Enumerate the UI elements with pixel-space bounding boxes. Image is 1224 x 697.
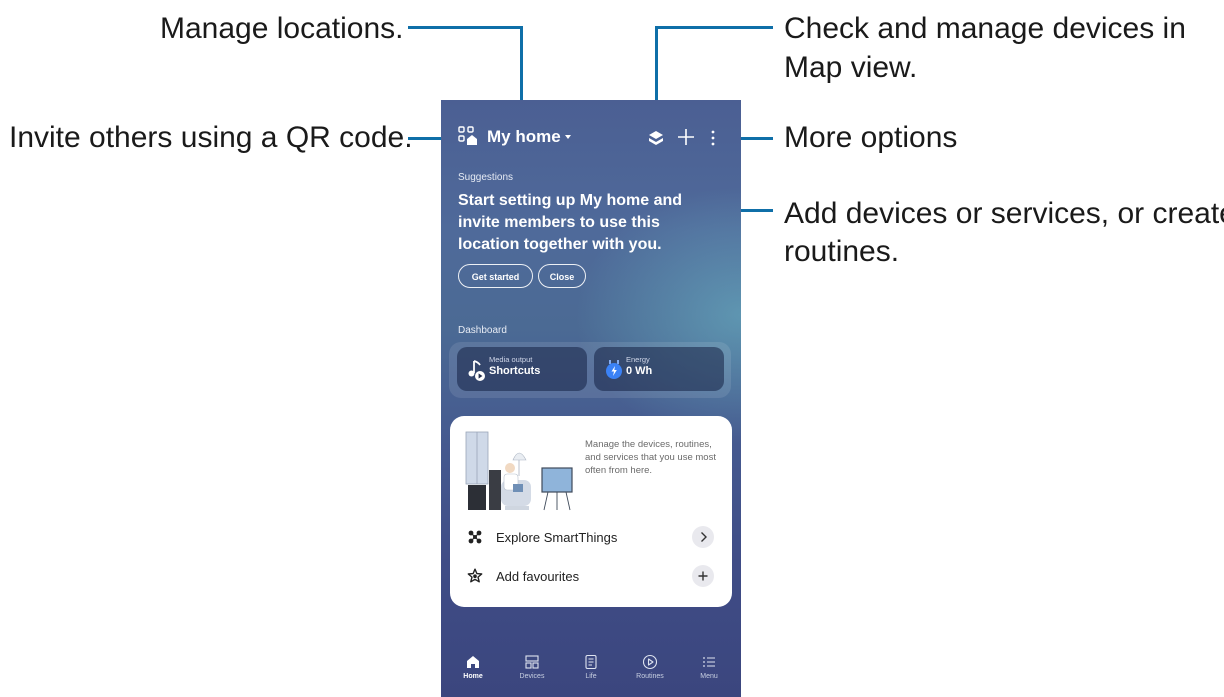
energy-tile[interactable]: Energy 0 Wh xyxy=(594,347,724,391)
chevron-right-icon xyxy=(701,532,707,542)
nav-life[interactable]: Life xyxy=(564,649,618,697)
media-output-main: Shortcuts xyxy=(489,365,541,377)
nav-routines[interactable]: Routines xyxy=(623,649,677,697)
annotation-add-devices-line2: routines. xyxy=(784,235,900,268)
map-view-icon[interactable] xyxy=(648,130,664,146)
add-icon[interactable] xyxy=(676,127,696,147)
devices-icon xyxy=(525,655,539,669)
suggestions-label: Suggestions xyxy=(458,172,514,183)
add-favourites-label: Add favourites xyxy=(496,569,580,584)
energy-main: 0 Wh xyxy=(626,365,653,377)
leader-line xyxy=(655,26,773,29)
nav-menu-label: Menu xyxy=(700,673,718,680)
nav-home-label: Home xyxy=(463,673,483,680)
plus-icon xyxy=(698,571,708,581)
smart-home-illustration xyxy=(465,431,573,511)
home-icon xyxy=(467,656,479,668)
favourites-card: Manage the devices, routines, and servic… xyxy=(450,416,732,607)
annotation-map-view-line2: Map view. xyxy=(784,51,918,84)
dashboard: Media output Shortcuts Energy 0 Wh xyxy=(449,342,731,398)
annotation-add-devices-line1: Add devices or services, or create xyxy=(784,197,1224,230)
nav-devices-label: Devices xyxy=(519,673,545,680)
explore-arrow-button[interactable] xyxy=(692,526,714,548)
energy-icon xyxy=(606,360,622,379)
annotation-map-view-line1: Check and manage devices in xyxy=(784,12,1186,45)
star-icon xyxy=(467,568,483,583)
phone-screen: My home Suggestions Start setting up My … xyxy=(441,100,741,697)
nav-home[interactable]: Home xyxy=(446,649,500,697)
smartthings-icon xyxy=(468,530,482,544)
media-output-sub: Media output xyxy=(489,355,533,364)
bottom-navigation: Home Devices Life Routines Menu xyxy=(441,649,741,697)
more-options-icon[interactable] xyxy=(709,129,717,147)
annotation-invite-qr: Invite others using a QR code. xyxy=(9,121,413,154)
get-started-button[interactable]: Get started xyxy=(458,264,533,288)
card-description: Manage the devices, routines, and servic… xyxy=(585,439,716,476)
annotation-manage-locations: Manage locations. xyxy=(160,12,404,45)
location-title[interactable]: My home xyxy=(487,127,561,147)
annotation-more-options: More options xyxy=(784,121,958,154)
life-icon xyxy=(585,654,597,670)
dashboard-label: Dashboard xyxy=(458,325,507,336)
nav-routines-label: Routines xyxy=(636,673,664,680)
media-output-tile[interactable]: Media output Shortcuts xyxy=(457,347,587,391)
qr-code-home-icon[interactable] xyxy=(458,126,478,146)
explore-smartthings-row[interactable]: Explore SmartThings xyxy=(450,523,732,553)
leader-line xyxy=(408,26,522,29)
suggestion-text: Start setting up My home and invite memb… xyxy=(458,192,683,253)
explore-smartthings-label: Explore SmartThings xyxy=(496,530,618,545)
add-favourites-button[interactable] xyxy=(692,565,714,587)
close-button[interactable]: Close xyxy=(538,264,586,288)
top-bar: My home xyxy=(441,100,741,174)
media-output-icon xyxy=(468,360,485,381)
nav-life-label: Life xyxy=(585,673,597,680)
nav-menu[interactable]: Menu xyxy=(682,649,736,697)
menu-icon xyxy=(703,657,715,667)
energy-sub: Energy xyxy=(626,355,650,364)
nav-devices[interactable]: Devices xyxy=(505,649,559,697)
routines-icon xyxy=(642,654,658,670)
add-favourites-row[interactable]: Add favourites xyxy=(450,562,732,592)
chevron-down-icon[interactable] xyxy=(565,135,571,139)
